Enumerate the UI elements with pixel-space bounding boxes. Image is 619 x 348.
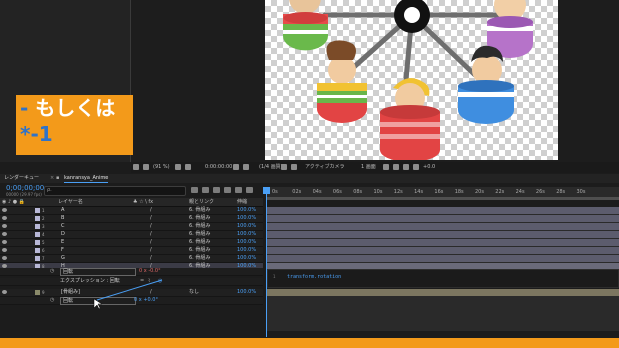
expression-line-number: 1 <box>273 274 276 279</box>
playhead-line[interactable] <box>266 187 267 337</box>
bottom-accent-bar <box>0 338 619 348</box>
mouse-cursor-icon <box>93 298 103 310</box>
playhead-handle[interactable] <box>263 187 270 194</box>
pick-whip-line <box>93 279 163 310</box>
expression-text[interactable]: transform.rotation <box>287 274 341 280</box>
